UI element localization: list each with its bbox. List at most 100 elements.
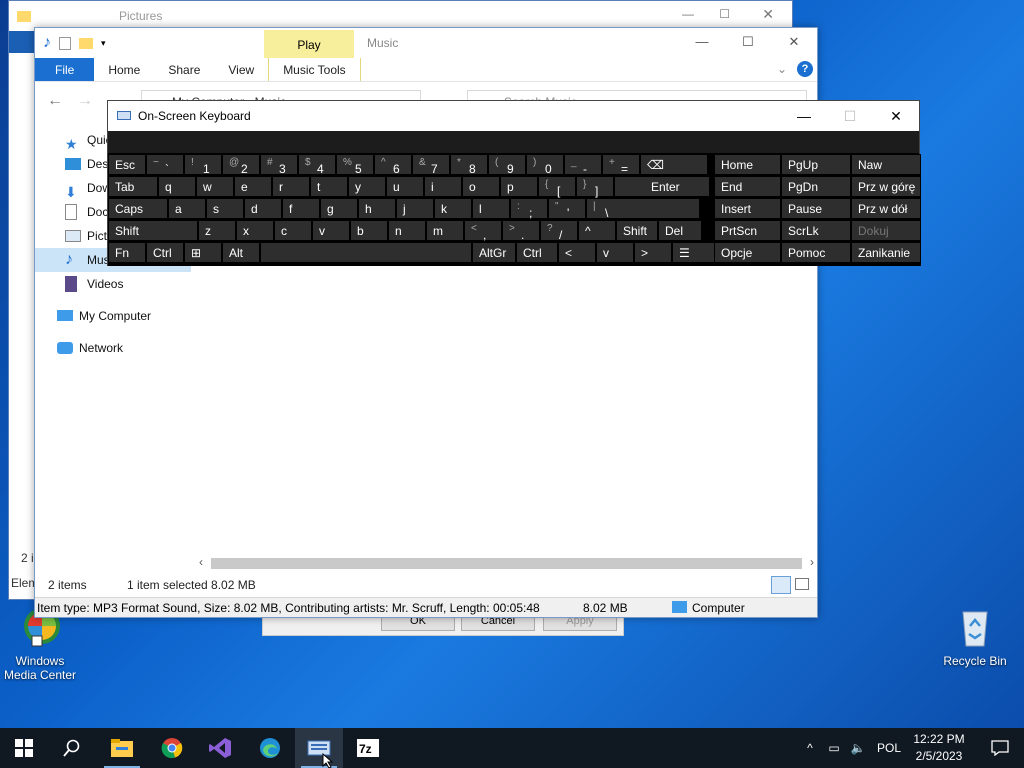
osk-side-key[interactable]: PgDn xyxy=(781,176,851,197)
tab-share[interactable]: Share xyxy=(154,58,214,81)
scroll-right-icon[interactable]: › xyxy=(810,555,814,569)
osk-key[interactable]: d xyxy=(244,198,282,219)
osk-key[interactable]: m xyxy=(426,220,464,241)
start-button[interactable] xyxy=(0,728,48,768)
osk-minimize-button[interactable]: — xyxy=(781,101,827,131)
osk-side-key[interactable]: End xyxy=(714,176,781,197)
on-screen-keyboard-button[interactable] xyxy=(295,728,343,768)
osk-key[interactable]: Del xyxy=(658,220,702,241)
large-icons-view-icon[interactable] xyxy=(795,578,809,590)
osk-key[interactable]: x xyxy=(236,220,274,241)
nav-item-videos[interactable]: Videos xyxy=(35,272,191,296)
osk-key[interactable]: ? / xyxy=(540,220,578,242)
taskbar-clock[interactable]: 12:22 PM 2/5/2023 xyxy=(906,731,972,765)
osk-side-key[interactable]: PrtScn xyxy=(714,220,781,241)
osk-key[interactable]: Alt xyxy=(222,242,260,263)
minimize-button[interactable]: — xyxy=(679,28,725,58)
osk-key[interactable]: {[ xyxy=(538,176,576,198)
recycle-bin-shortcut[interactable]: Recycle Bin xyxy=(935,604,1015,668)
osk-key[interactable]: h xyxy=(358,198,396,219)
osk-key[interactable]: z xyxy=(198,220,236,241)
osk-key[interactable]: ⊞ xyxy=(184,242,222,263)
osk-key[interactable]: ^ xyxy=(578,220,616,241)
properties-icon[interactable] xyxy=(59,36,71,50)
osk-key[interactable]: * 8 xyxy=(450,154,488,176)
network-tray-icon[interactable]: ▭ xyxy=(822,741,846,755)
close-button[interactable]: ✕ xyxy=(771,28,817,58)
osk-key[interactable]: #3 xyxy=(260,154,298,176)
osk-key[interactable]: < xyxy=(558,242,596,263)
play-context-tab[interactable]: Play xyxy=(264,30,354,58)
osk-close-button[interactable]: ✕ xyxy=(873,101,919,131)
osk-key[interactable]: >. xyxy=(502,220,540,242)
osk-key[interactable]: <, xyxy=(464,220,502,242)
osk-key[interactable] xyxy=(260,242,472,263)
osk-key[interactable]: f xyxy=(282,198,320,219)
osk-key[interactable]: k xyxy=(434,198,472,219)
chevron-down-icon[interactable]: ▾ xyxy=(101,38,106,49)
osk-key[interactable]: _ - xyxy=(564,154,602,176)
osk-key[interactable]: ! 1 xyxy=(184,154,222,176)
osk-maximize-button[interactable]: ☐ xyxy=(827,101,873,131)
maximize-button[interactable]: ☐ xyxy=(725,28,771,58)
input-language[interactable]: POL xyxy=(870,741,908,755)
tab-view[interactable]: View xyxy=(214,58,268,81)
pictures-max-button[interactable]: ☐ xyxy=(719,7,730,21)
osk-key[interactable]: l xyxy=(472,198,510,219)
osk-side-key[interactable]: Home xyxy=(714,154,781,175)
tab-home[interactable]: Home xyxy=(94,58,154,81)
edge-button[interactable] xyxy=(246,728,294,768)
osk-key[interactable]: w xyxy=(196,176,234,197)
osk-side-key[interactable]: PgUp xyxy=(781,154,851,175)
osk-side-key[interactable]: Dokuj xyxy=(851,220,921,241)
horizontal-scrollbar[interactable]: ‹ › xyxy=(195,555,818,572)
osk-key[interactable]: + = xyxy=(602,154,640,176)
osk-side-key[interactable]: Pomoc xyxy=(781,242,851,263)
osk-key[interactable]: a xyxy=(168,198,206,219)
scrollbar-thumb[interactable] xyxy=(211,558,802,569)
osk-key[interactable]: ^ 6 xyxy=(374,154,412,176)
osk-key[interactable]: o xyxy=(462,176,500,197)
pictures-file-tab[interactable] xyxy=(9,31,37,53)
nav-item-my-computer[interactable]: My Computer xyxy=(35,304,191,328)
osk-key[interactable]: s xyxy=(206,198,244,219)
osk-key[interactable]: p xyxy=(500,176,538,197)
osk-key[interactable]: & 7 xyxy=(412,154,450,176)
file-explorer-button[interactable] xyxy=(98,728,146,768)
osk-key[interactable]: :; xyxy=(510,198,548,220)
visual-studio-button[interactable] xyxy=(196,728,244,768)
osk-key[interactable]: $4 xyxy=(298,154,336,176)
osk-key[interactable]: v xyxy=(312,220,350,241)
pictures-min-button[interactable]: — xyxy=(682,7,694,21)
new-folder-icon[interactable] xyxy=(79,37,93,49)
osk-key[interactable]: Fn xyxy=(108,242,146,263)
osk-key[interactable]: y xyxy=(348,176,386,197)
details-view-icon[interactable] xyxy=(771,576,791,594)
osk-key[interactable]: ⌫ xyxy=(640,154,708,175)
osk-key[interactable]: Tab xyxy=(108,176,158,197)
on-screen-keyboard[interactable]: On-Screen Keyboard — ☐ ✕ Esc ~ `! 1 @2 #3 $4% 5… xyxy=(107,100,921,266)
back-arrow-icon[interactable]: ← xyxy=(47,92,63,110)
osk-key[interactable]: Ctrl xyxy=(146,242,184,263)
osk-key[interactable]: % 5 xyxy=(336,154,374,176)
osk-side-key[interactable]: Prz w górę xyxy=(851,176,921,197)
osk-key[interactable]: @2 xyxy=(222,154,260,176)
osk-side-key[interactable]: ScrLk xyxy=(781,220,851,241)
osk-key[interactable]: r xyxy=(272,176,310,197)
osk-key[interactable]: Esc xyxy=(108,154,146,175)
osk-key[interactable]: e xyxy=(234,176,272,197)
osk-key[interactable]: " ' xyxy=(548,198,586,220)
osk-key[interactable]: > xyxy=(634,242,672,263)
osk-key[interactable]: c xyxy=(274,220,312,241)
scroll-left-icon[interactable]: ‹ xyxy=(199,555,203,569)
osk-key[interactable]: (9 xyxy=(488,154,526,176)
forward-arrow-icon[interactable]: → xyxy=(77,92,93,110)
pictures-close-button[interactable]: ✕ xyxy=(762,6,774,23)
osk-side-key[interactable]: Zanikanie xyxy=(851,242,921,263)
volume-icon[interactable]: 🔈 xyxy=(846,741,870,755)
nav-item-network[interactable]: Network xyxy=(35,336,191,360)
osk-key[interactable]: }] xyxy=(576,176,614,198)
osk-key[interactable]: i xyxy=(424,176,462,197)
7zip-button[interactable]: 7z xyxy=(344,728,392,768)
osk-key[interactable]: Enter xyxy=(614,176,710,197)
